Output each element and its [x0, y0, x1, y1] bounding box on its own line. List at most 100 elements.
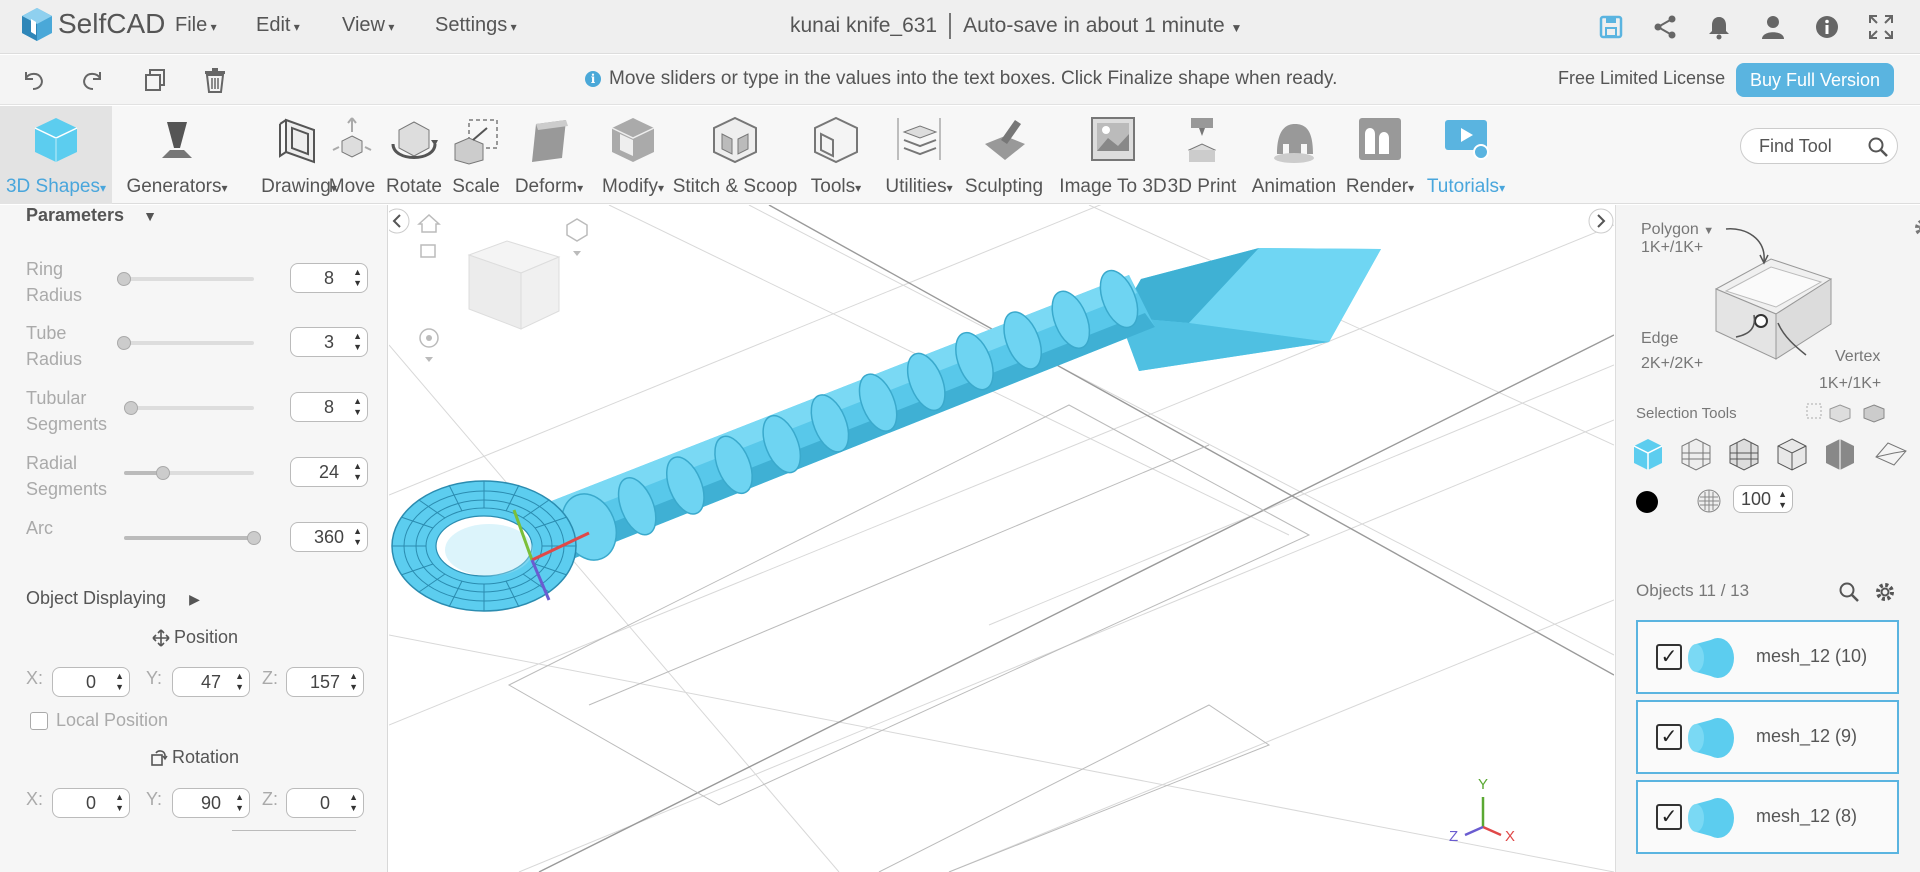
select-edge-icon[interactable]	[1729, 438, 1759, 471]
spinner-arrows-icon[interactable]: ▲ ▼	[235, 792, 244, 814]
tool-render[interactable]: Render	[1340, 106, 1420, 204]
object-list-item[interactable]: ✓ mesh_12 (8)	[1636, 780, 1899, 854]
menu-file[interactable]: File	[175, 14, 217, 37]
selfcad-logo[interactable]: SelfCAD	[20, 6, 165, 42]
camera-mode-icon[interactable]	[566, 218, 588, 242]
spinner-arrows-icon[interactable]: ▲ ▼	[353, 461, 362, 483]
select-face-icon[interactable]	[1681, 438, 1711, 471]
color-swatch[interactable]	[1636, 491, 1658, 513]
bell-icon[interactable]	[1706, 14, 1732, 40]
kunai-blade[interactable]	[1119, 248, 1381, 371]
edge-label[interactable]: Edge	[1641, 330, 1678, 348]
tool-deform[interactable]: Deform	[504, 106, 594, 204]
position-y-input[interactable]: 47 ▲ ▼	[172, 667, 250, 697]
collapse-left-button[interactable]	[389, 208, 410, 234]
tool-3d-print[interactable]: 3D Print	[1164, 106, 1240, 204]
visibility-checkbox[interactable]: ✓	[1656, 804, 1682, 830]
tool-utilities[interactable]: Utilities	[880, 106, 958, 204]
spinner-arrows-icon[interactable]: ▲ ▼	[349, 671, 358, 693]
view-cube[interactable]	[467, 240, 561, 330]
local-position-checkbox[interactable]	[30, 712, 48, 730]
save-icon[interactable]	[1598, 14, 1624, 40]
tool-3d-shapes[interactable]: 3D Shapes	[0, 106, 112, 204]
param-value-input[interactable]: 8 ▲ ▼	[290, 263, 368, 293]
select-vertex-icon[interactable]	[1777, 438, 1807, 471]
object-displaying-header[interactable]: Object Displaying ▶	[26, 588, 200, 609]
scene-canvas[interactable]: Y X Z	[389, 205, 1614, 872]
tool-modify[interactable]: Modify	[590, 106, 676, 204]
settings-gear-icon[interactable]	[1913, 217, 1920, 239]
tool-scale[interactable]: Scale	[446, 106, 506, 204]
find-tool-input[interactable]: Find Tool	[1740, 128, 1898, 164]
spinner-arrows-icon[interactable]: ▲ ▼	[115, 671, 124, 693]
user-icon[interactable]	[1760, 14, 1786, 40]
slider-knob[interactable]	[117, 336, 131, 350]
tool-move[interactable]: Move	[322, 106, 382, 204]
slider-knob[interactable]	[117, 272, 131, 286]
spinner-arrows-icon[interactable]: ▲ ▼	[1778, 489, 1787, 511]
spinner-arrows-icon[interactable]: ▲ ▼	[353, 526, 362, 548]
visibility-checkbox[interactable]: ✓	[1656, 724, 1682, 750]
parameters-header[interactable]: Parameters ▼	[26, 205, 157, 226]
undo-icon[interactable]	[20, 67, 46, 93]
menu-edit[interactable]: Edit	[256, 14, 300, 37]
kunai-ring-torus[interactable]	[391, 480, 577, 612]
tool-rotate[interactable]: Rotate	[384, 106, 444, 204]
object-list-item[interactable]: ✓ mesh_12 (9)	[1636, 700, 1899, 774]
objects-settings-gear-icon[interactable]	[1874, 581, 1896, 603]
selection-extra-icons[interactable]	[1804, 401, 1904, 423]
orbit-dropdown-icon[interactable]	[425, 357, 433, 362]
fit-view-icon[interactable]	[420, 244, 436, 258]
spinner-arrows-icon[interactable]: ▲ ▼	[115, 792, 124, 814]
material-texture-icon[interactable]	[1696, 488, 1722, 514]
slider-knob[interactable]	[247, 531, 261, 545]
tool-tutorials[interactable]: Tutorials	[1424, 106, 1508, 204]
tool-image-to-3d[interactable]: Image To 3D	[1048, 106, 1178, 204]
param-slider[interactable]	[117, 272, 254, 286]
collapse-triangle-icon[interactable]: ▼	[143, 208, 157, 224]
visibility-checkbox[interactable]: ✓	[1656, 644, 1682, 670]
param-slider[interactable]	[124, 466, 254, 480]
document-title[interactable]: kunai knife_631	[790, 14, 937, 39]
collapse-right-button[interactable]	[1588, 208, 1614, 234]
spinner-arrows-icon[interactable]: ▲ ▼	[353, 396, 362, 418]
share-icon[interactable]	[1652, 14, 1678, 40]
expand-triangle-icon[interactable]: ▶	[189, 591, 200, 607]
select-plane-icon[interactable]	[1875, 442, 1907, 466]
param-value-input[interactable]: 8 ▲ ▼	[290, 392, 368, 422]
redo-icon[interactable]	[80, 67, 106, 93]
tool-tools[interactable]: Tools	[802, 106, 870, 204]
position-z-input[interactable]: 157 ▲ ▼	[286, 667, 364, 697]
tool-sculpting[interactable]: Sculpting	[962, 106, 1046, 204]
camera-mode-dropdown-icon[interactable]	[573, 251, 581, 256]
3d-viewport[interactable]: Y X Z	[389, 205, 1614, 872]
spinner-arrows-icon[interactable]: ▲ ▼	[353, 331, 362, 353]
menu-view[interactable]: View	[342, 14, 394, 37]
spinner-arrows-icon[interactable]: ▲ ▼	[353, 267, 362, 289]
opacity-input[interactable]: 100 ▲ ▼	[1733, 485, 1793, 513]
position-x-input[interactable]: 0 ▲ ▼	[52, 667, 130, 697]
tool-animation[interactable]: Animation	[1244, 106, 1344, 204]
info-icon[interactable]	[1814, 14, 1840, 40]
delete-icon[interactable]	[202, 67, 228, 93]
kunai-handle[interactable]	[549, 265, 1155, 568]
rotation-y-input[interactable]: 90 ▲ ▼	[172, 788, 250, 818]
vertex-label[interactable]: Vertex	[1835, 348, 1880, 366]
param-slider[interactable]	[124, 531, 261, 545]
tool-stitch-scoop[interactable]: Stitch & Scoop	[670, 106, 800, 204]
search-objects-icon[interactable]	[1838, 581, 1860, 603]
menu-settings[interactable]: Settings	[435, 14, 517, 37]
rotation-x-input[interactable]: 0 ▲ ▼	[52, 788, 130, 818]
copy-icon[interactable]	[142, 67, 168, 93]
fullscreen-icon[interactable]	[1868, 14, 1894, 40]
param-slider[interactable]	[117, 336, 254, 350]
select-solid-icon[interactable]	[1826, 439, 1854, 470]
slider-knob[interactable]	[156, 466, 170, 480]
param-value-input[interactable]: 24 ▲ ▼	[290, 457, 368, 487]
slider-knob[interactable]	[123, 401, 138, 415]
home-view-icon[interactable]	[417, 213, 441, 233]
param-value-input[interactable]: 360 ▲ ▼	[290, 522, 368, 552]
spinner-arrows-icon[interactable]: ▲ ▼	[235, 671, 244, 693]
tool-generators[interactable]: Generators	[112, 106, 242, 204]
param-value-input[interactable]: 3 ▲ ▼	[290, 327, 368, 357]
